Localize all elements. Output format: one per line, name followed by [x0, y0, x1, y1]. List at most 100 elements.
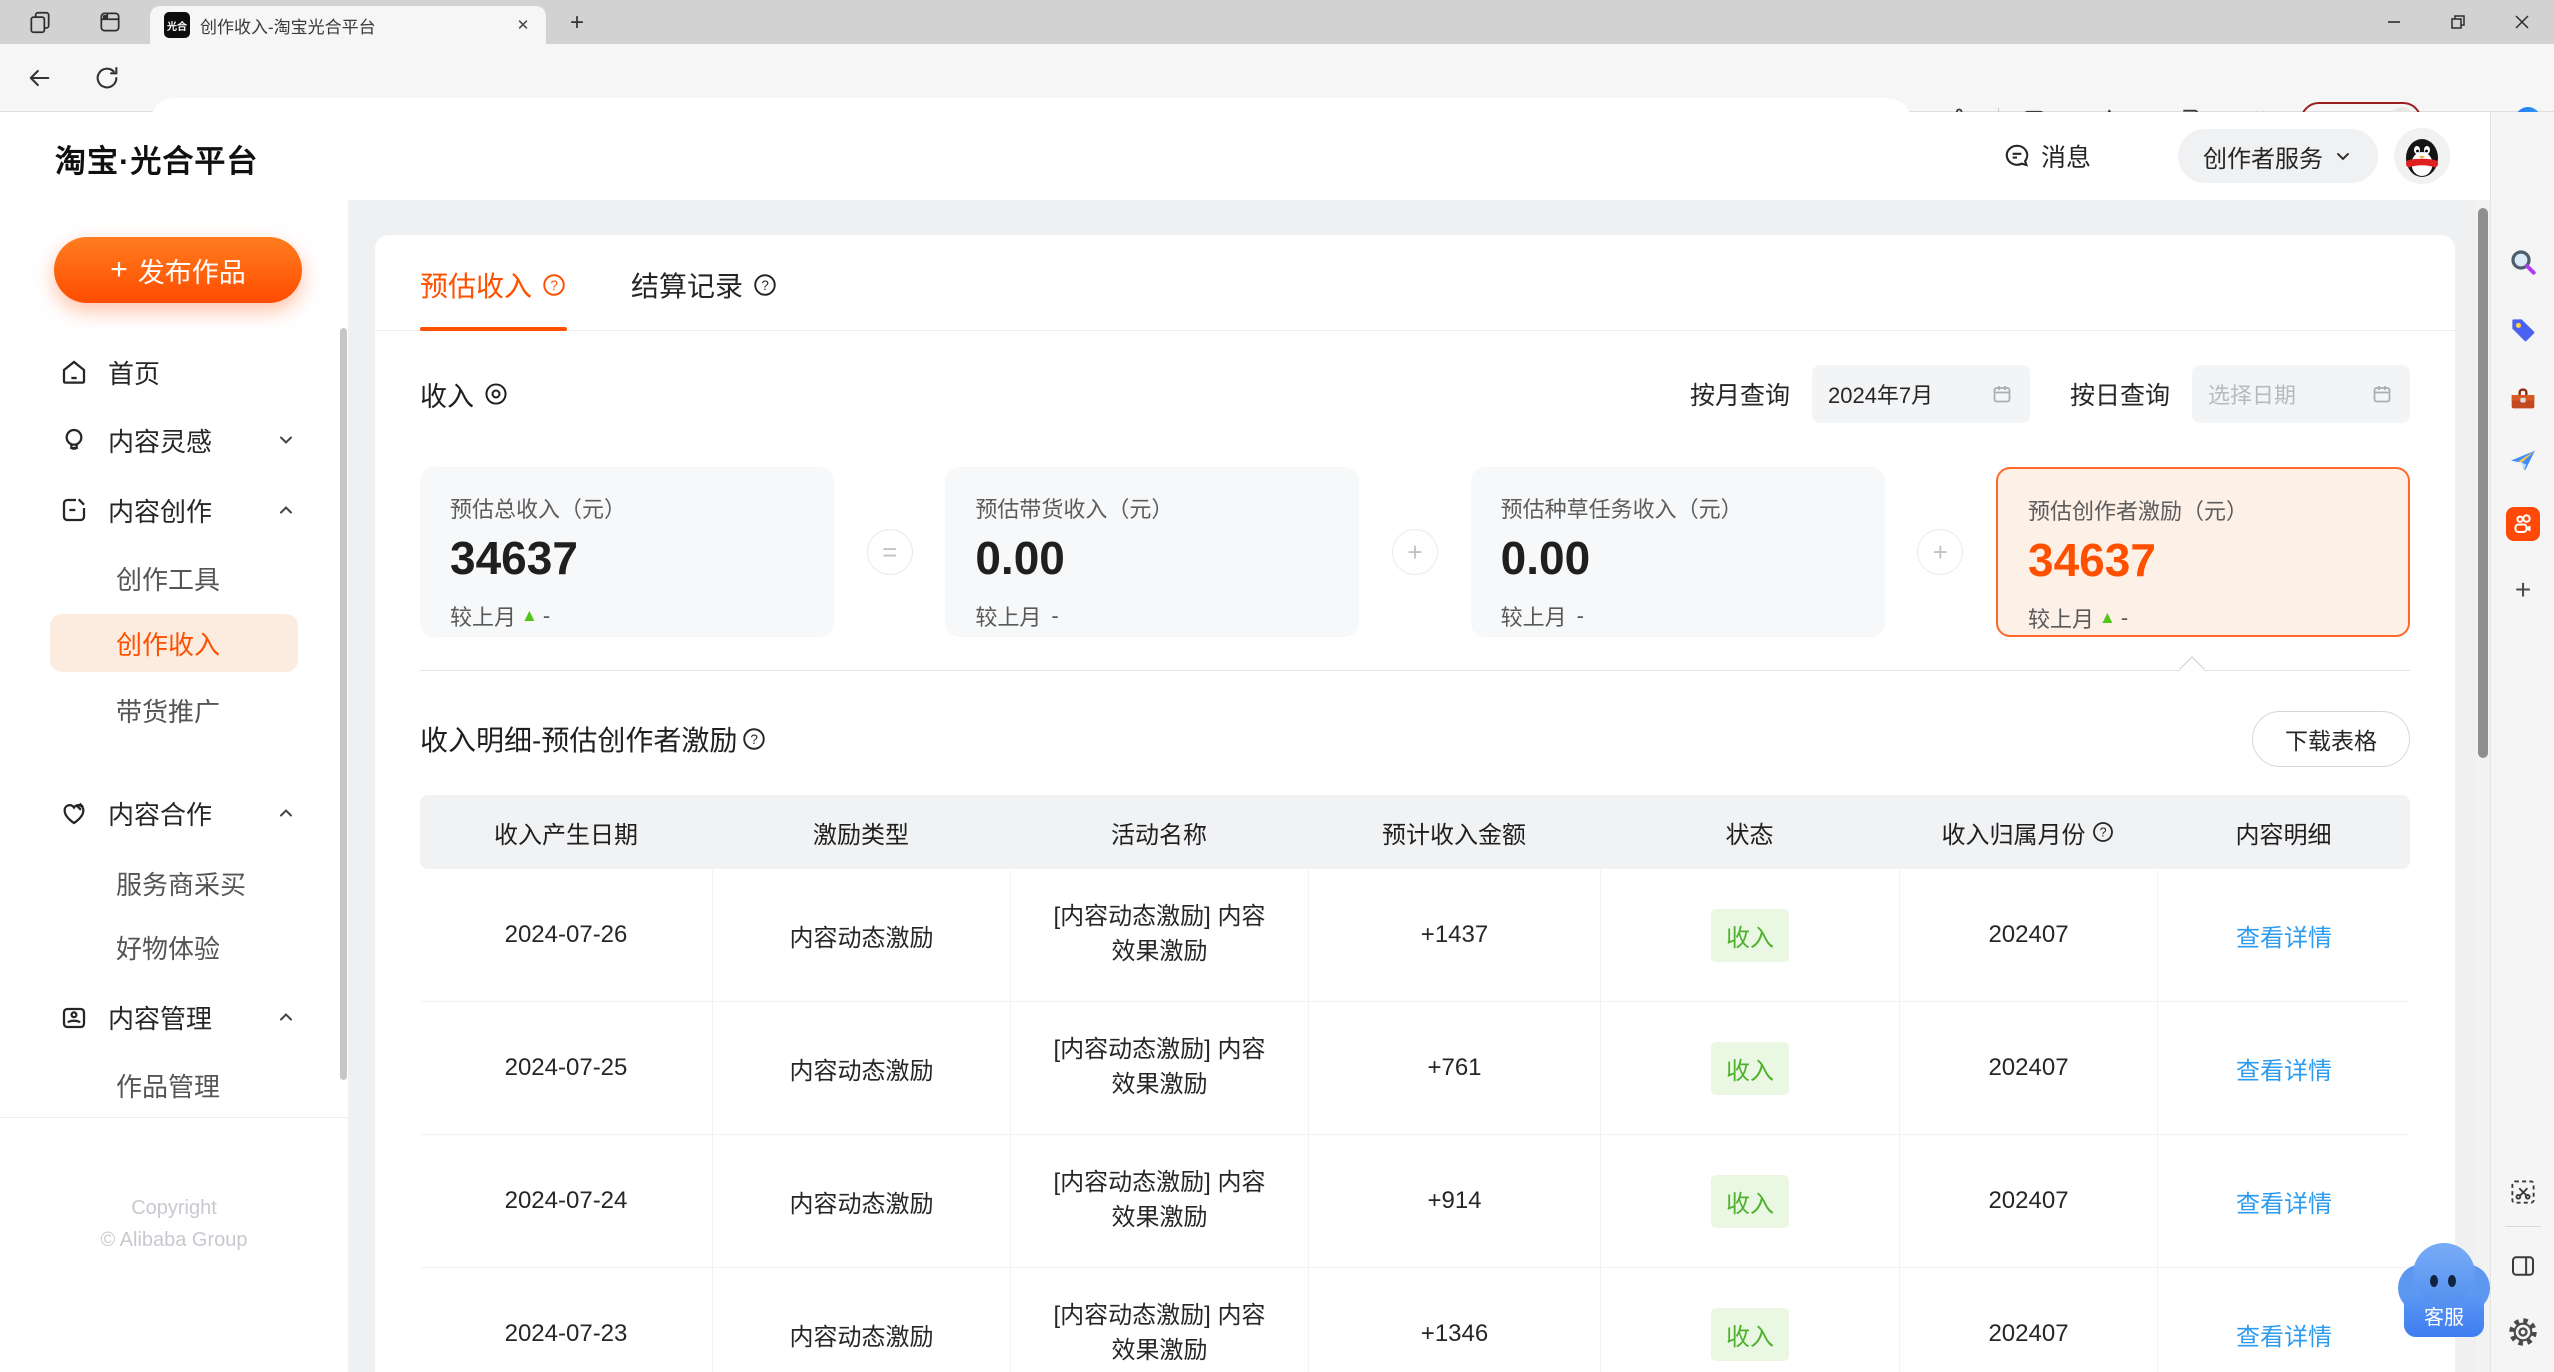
svg-text:?: ? — [2099, 826, 2106, 840]
toolbox-icon[interactable] — [2505, 381, 2541, 417]
stat-card-total-income[interactable]: 预估总收入（元） 34637 较上月 ▲ - — [420, 467, 834, 637]
sidebar-item-home[interactable]: 首页 — [0, 338, 348, 406]
workspaces-icon[interactable] — [22, 5, 58, 39]
search-icon[interactable] — [2505, 244, 2541, 280]
sidebar-item-service-purchase[interactable]: 服务商采买 — [0, 849, 348, 917]
sidebar-item-inspiration[interactable]: 内容灵感 — [0, 406, 348, 474]
row-date: 2024-07-23 — [504, 1320, 628, 1347]
sidebar-item-label: 带货推广 — [116, 696, 221, 727]
col-header-status: 状态 — [1725, 821, 1774, 849]
kuaishou-icon[interactable] — [2505, 506, 2541, 542]
day-query-label: 按日查询 — [2069, 382, 2170, 410]
sidebar-item-cooperation[interactable]: 内容合作 — [0, 779, 348, 847]
messages-button[interactable]: 消息 — [2002, 138, 2091, 174]
operator-equals: = — [866, 529, 913, 575]
shopping-tag-icon[interactable] — [2505, 312, 2541, 348]
month-query-value: 2024年7月 — [1827, 383, 1934, 408]
publish-work-button[interactable]: + 发布作品 — [54, 237, 302, 303]
sidebar-divider — [0, 1117, 348, 1118]
view-details-link[interactable]: 查看详情 — [2236, 1051, 2332, 1086]
row-date: 2024-07-24 — [504, 1187, 628, 1214]
messages-label: 消息 — [2041, 144, 2092, 172]
sidebar-item-creation[interactable]: 内容创作 — [0, 476, 348, 544]
col-header-date: 收入产生日期 — [494, 821, 638, 849]
stat-value: 0.00 — [1500, 532, 1591, 584]
row-status: 收入 — [1600, 1268, 1899, 1372]
paper-plane-icon[interactable] — [2505, 442, 2541, 478]
status-badge: 收入 — [1711, 1041, 1789, 1095]
restore-icon[interactable] — [2426, 0, 2490, 44]
selected-card-pointer — [2179, 656, 2205, 682]
chevron-up-icon — [280, 809, 292, 817]
cards-table-divider — [420, 656, 2410, 682]
row-status: 收入 — [1600, 869, 1899, 1001]
col-header-activity: 活动名称 — [1111, 821, 1207, 849]
row-date: 2024-07-26 — [504, 921, 628, 948]
row-type: 内容动态激励 — [712, 869, 1010, 1001]
minimize-icon[interactable] — [2362, 0, 2426, 44]
month-query-input[interactable]: 2024年7月 — [1811, 365, 2030, 423]
sidebar-item-content-management[interactable]: 内容管理 — [0, 983, 348, 1051]
stat-cards-row: 预估总收入（元） 34637 较上月 ▲ - = 预估带货收入（元） 0.00 较上… — [420, 467, 2410, 637]
stat-compare: 较上月 ▲ - — [450, 603, 551, 630]
close-tab-icon[interactable]: ✕ — [510, 12, 536, 38]
tab-bar: 预估收入 ? 结算记录 ? — [375, 235, 2455, 331]
row-action: 查看详情 — [2157, 1135, 2410, 1267]
sidebar-panel-icon[interactable] — [2505, 1248, 2541, 1284]
tab-estimated-income[interactable]: 预估收入 ? — [420, 265, 568, 331]
stat-value: 0.00 — [975, 532, 1065, 584]
browser-tab[interactable]: 光合 创作收入-淘宝光合平台 ✕ — [150, 6, 546, 44]
site-logo[interactable]: 淘宝·光合平台 — [55, 136, 258, 181]
stat-card-seeding-task-income[interactable]: 预估种草任务收入（元） 0.00 较上月 - — [1470, 467, 1885, 637]
sidebar-item-works-management[interactable]: 作品管理 — [0, 1051, 348, 1119]
publish-work-label: 发布作品 — [137, 257, 246, 288]
income-panel: 预估收入 ? 结算记录 ? 收入 按月查询 2024年7月 按日查询 选择日期 — [375, 235, 2455, 1372]
income-section-label: 收入 — [420, 375, 510, 414]
question-icon: ? — [743, 728, 766, 750]
download-table-button[interactable]: 下载表格 — [2252, 711, 2410, 767]
col-header-content-detail: 内容明细 — [2235, 821, 2332, 849]
creator-services-menu[interactable]: 创作者服务 — [2178, 129, 2378, 183]
sidebar-item-promotion[interactable]: 带货推广 — [0, 676, 348, 744]
screenshot-icon[interactable] — [2505, 1174, 2541, 1210]
rail-divider — [2505, 1226, 2541, 1227]
row-type: 内容动态激励 — [712, 1268, 1010, 1372]
stat-title: 预估带货收入（元） — [975, 497, 1174, 522]
sidebar-item-creation-income[interactable]: 创作收入 — [50, 614, 298, 672]
operator-plus: + — [1917, 529, 1964, 575]
row-month: 202407 — [1899, 1268, 2157, 1372]
row-month: 202407 — [1899, 869, 2157, 1001]
row-status: 收入 — [1600, 1002, 1899, 1134]
sidebar-scrollbar[interactable] — [340, 328, 347, 1080]
row-activity: [内容动态激励] 内容效果激励 — [1010, 1135, 1308, 1267]
new-tab-icon[interactable]: + — [560, 8, 594, 38]
add-to-sidebar-icon[interactable]: + — [2505, 572, 2541, 608]
close-window-icon[interactable] — [2490, 0, 2554, 44]
sidebar-item-product-trial[interactable]: 好物体验 — [0, 913, 348, 981]
eye-toggle-icon[interactable] — [482, 380, 510, 408]
view-details-link[interactable]: 查看详情 — [2236, 1317, 2332, 1352]
qq-avatar[interactable] — [2394, 128, 2450, 184]
sidebar-item-label: 服务商采买 — [116, 869, 247, 900]
sidebar-item-creation-tools[interactable]: 创作工具 — [0, 544, 348, 612]
stat-title: 预估种草任务收入（元） — [1500, 497, 1743, 522]
heart-hands-icon — [63, 802, 85, 825]
row-activity: [内容动态激励] 内容效果激励 — [1010, 1002, 1308, 1134]
refresh-icon[interactable] — [88, 60, 126, 96]
back-icon[interactable] — [20, 60, 58, 96]
stat-card-creator-incentive[interactable]: 预估创作者激励（元） 34637 较上月 ▲ - — [1995, 467, 2410, 637]
settings-gear-icon[interactable] — [2505, 1314, 2541, 1350]
view-details-link[interactable]: 查看详情 — [2236, 1184, 2332, 1219]
view-details-link[interactable]: 查看详情 — [2236, 918, 2332, 953]
stat-card-sales-income[interactable]: 预估带货收入（元） 0.00 较上月 - — [945, 467, 1360, 637]
tab-settlement-records[interactable]: 结算记录 ? — [631, 265, 778, 330]
row-action: 查看详情 — [2157, 1268, 2410, 1372]
day-query-input[interactable]: 选择日期 — [2192, 365, 2410, 423]
col-header-month: 收入归属月份 ? — [1899, 815, 2157, 850]
bulb-icon — [65, 428, 83, 450]
page-scrollbar-thumb[interactable] — [2478, 208, 2488, 758]
tab-title: 创作收入-淘宝光合平台 — [200, 17, 376, 37]
row-type: 内容动态激励 — [712, 1002, 1010, 1134]
tab-actions-icon[interactable] — [92, 5, 128, 39]
row-amount: +1437 — [1308, 869, 1600, 1001]
